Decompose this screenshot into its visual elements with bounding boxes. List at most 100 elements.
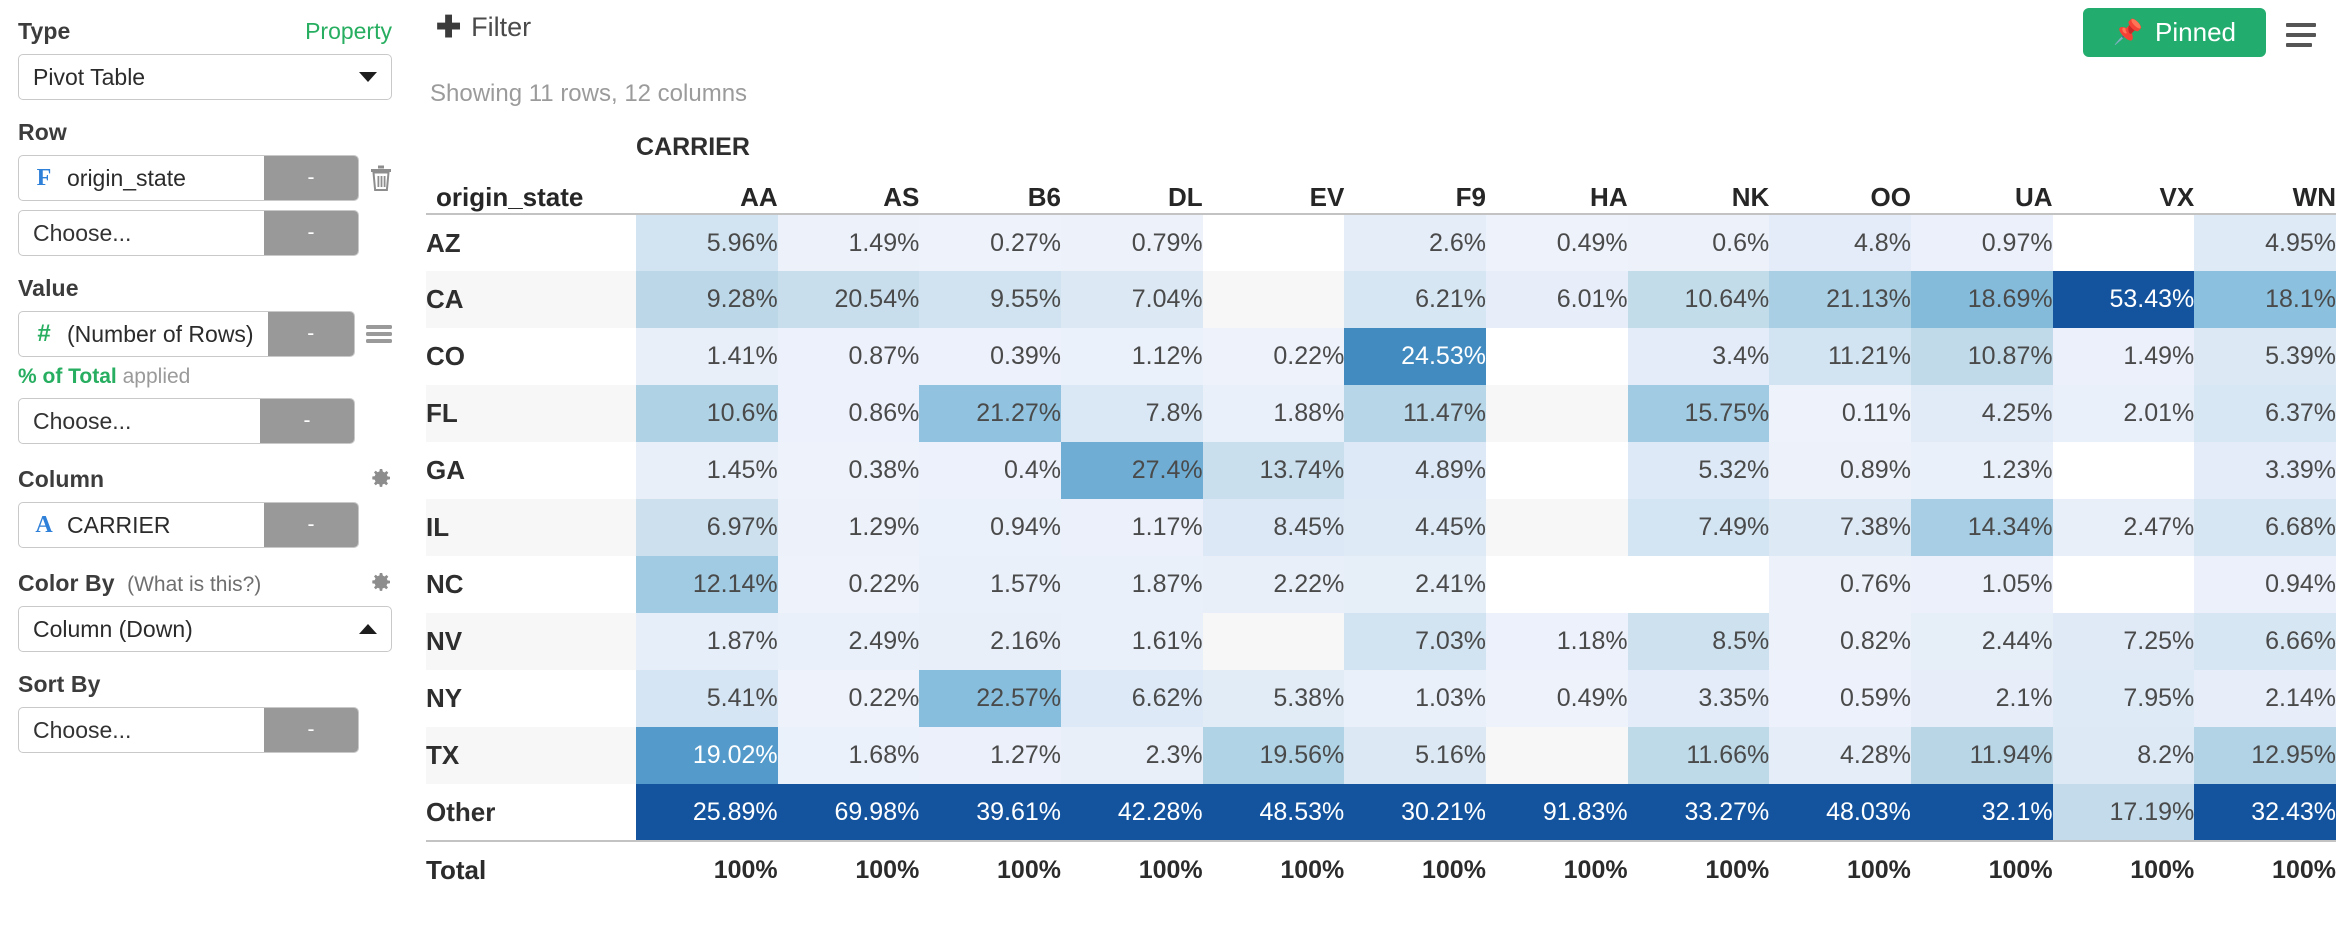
table-row[interactable]: CO 1.41% 0.87% 0.39% 1.12% 0.22% 24.53% 3.4% 11.… (426, 328, 2336, 385)
cell-tx-nk[interactable]: 11.66% (1627, 727, 1770, 784)
cell-co-wn[interactable]: 5.39% (2194, 328, 2336, 385)
cell-az-ua[interactable]: 0.97% (1910, 214, 2053, 271)
value-field-1-pill[interactable]: Choose... - (18, 398, 355, 444)
table-row[interactable]: NC 12.14% 0.22% 1.57% 1.87% 2.22% 2.41% 0.76% 1.… (426, 556, 2336, 613)
table-row[interactable]: GA 1.45% 0.38% 0.4% 27.4% 13.74% 4.89% 5.32% 0.8… (426, 442, 2336, 499)
value-field-1[interactable]: Choose... - (18, 398, 392, 444)
value-field-0-agg[interactable]: - (267, 312, 354, 356)
cell-tx-wn[interactable]: 12.95% (2194, 727, 2336, 784)
cell-co-oo[interactable]: 11.21% (1769, 328, 1911, 385)
table-row[interactable]: FL 10.6% 0.86% 21.27% 7.8% 1.88% 11.47% 15.75% 0… (426, 385, 2336, 442)
cell-ca-as[interactable]: 20.54% (777, 271, 920, 328)
cell-ga-b6[interactable]: 0.4% (919, 442, 1061, 499)
property-link[interactable]: Property (305, 18, 392, 45)
cell-az-vx[interactable] (2052, 214, 2195, 271)
cell-other-aa[interactable]: 25.89% (636, 784, 778, 841)
cell-tx-f9[interactable]: 5.16% (1344, 727, 1486, 784)
sortby-field-main[interactable]: Choose... (19, 708, 264, 752)
cell-fl-as[interactable]: 0.86% (777, 385, 920, 442)
cell-co-ev[interactable]: 0.22% (1202, 328, 1345, 385)
cell-nc-oo[interactable]: 0.76% (1769, 556, 1911, 613)
cell-nc-wn[interactable]: 0.94% (2194, 556, 2336, 613)
column-field-0-main[interactable]: A CARRIER (19, 503, 264, 547)
cell-ny-dl[interactable]: 6.62% (1060, 670, 1203, 727)
cell-ca-aa[interactable]: 9.28% (636, 271, 778, 328)
cell-ny-b6[interactable]: 22.57% (919, 670, 1061, 727)
column-header-b6[interactable]: B6 (919, 162, 1061, 215)
cell-il-dl[interactable]: 1.17% (1060, 499, 1203, 556)
cell-nc-as[interactable]: 0.22% (777, 556, 920, 613)
cell-other-wn[interactable]: 32.43% (2194, 784, 2336, 841)
row-field-1[interactable]: Choose... - (18, 210, 392, 256)
cell-co-aa[interactable]: 1.41% (636, 328, 778, 385)
cell-nv-aa[interactable]: 1.87% (636, 613, 778, 670)
cell-ny-aa[interactable]: 5.41% (636, 670, 778, 727)
cell-ga-dl[interactable]: 27.4% (1060, 442, 1203, 499)
cell-fl-nk[interactable]: 15.75% (1627, 385, 1770, 442)
cell-az-oo[interactable]: 4.8% (1769, 214, 1911, 271)
cell-ny-vx[interactable]: 7.95% (2052, 670, 2195, 727)
cell-fl-wn[interactable]: 6.37% (2194, 385, 2336, 442)
cell-ny-ha[interactable]: 0.49% (1485, 670, 1628, 727)
cell-nv-ev[interactable] (1202, 613, 1345, 670)
cell-fl-ua[interactable]: 4.25% (1910, 385, 2053, 442)
value-field-0[interactable]: # (Number of Rows) - (18, 311, 392, 357)
cell-il-ha[interactable] (1485, 499, 1628, 556)
table-row[interactable]: TX 19.02% 1.68% 1.27% 2.3% 19.56% 5.16% 11.66% 4… (426, 727, 2336, 784)
cell-nc-dl[interactable]: 1.87% (1060, 556, 1203, 613)
cell-other-as[interactable]: 69.98% (777, 784, 920, 841)
cell-tx-b6[interactable]: 1.27% (919, 727, 1061, 784)
cell-other-oo[interactable]: 48.03% (1769, 784, 1911, 841)
cell-other-ha[interactable]: 91.83% (1485, 784, 1628, 841)
cell-other-f9[interactable]: 30.21% (1344, 784, 1486, 841)
column-header-f9[interactable]: F9 (1344, 162, 1486, 215)
cell-az-as[interactable]: 1.49% (777, 214, 920, 271)
cell-other-vx[interactable]: 17.19% (2052, 784, 2195, 841)
column-field-0[interactable]: A CARRIER - (18, 502, 392, 548)
cell-ga-ha[interactable] (1485, 442, 1628, 499)
colorby-help-link[interactable]: (What is this?) (127, 573, 261, 596)
value-field-0-main[interactable]: # (Number of Rows) (19, 312, 268, 356)
cell-co-nk[interactable]: 3.4% (1627, 328, 1770, 385)
cell-nc-ha[interactable] (1485, 556, 1628, 613)
cell-other-ua[interactable]: 32.1% (1910, 784, 2053, 841)
menu-icon[interactable] (2286, 22, 2316, 47)
cell-ca-f9[interactable]: 6.21% (1344, 271, 1486, 328)
row-field-1-pill[interactable]: Choose... - (18, 210, 359, 256)
cell-nv-b6[interactable]: 2.16% (919, 613, 1061, 670)
row-field-0[interactable]: F origin_state - (18, 155, 392, 201)
cell-ca-nk[interactable]: 10.64% (1627, 271, 1770, 328)
cell-nv-as[interactable]: 2.49% (777, 613, 920, 670)
cell-nv-ha[interactable]: 1.18% (1485, 613, 1628, 670)
cell-az-ev[interactable] (1202, 214, 1345, 271)
cell-il-oo[interactable]: 7.38% (1769, 499, 1911, 556)
sortby-field-pill[interactable]: Choose... - (18, 707, 359, 753)
cell-co-vx[interactable]: 1.49% (2052, 328, 2195, 385)
cell-ca-b6[interactable]: 9.55% (919, 271, 1061, 328)
column-header-origin-state[interactable]: origin_state (426, 162, 637, 215)
cell-tx-ha[interactable] (1485, 727, 1628, 784)
cell-tx-as[interactable]: 1.68% (777, 727, 920, 784)
cell-fl-ev[interactable]: 1.88% (1202, 385, 1345, 442)
row-field-0-main[interactable]: F origin_state (19, 156, 264, 200)
cell-il-ua[interactable]: 14.34% (1910, 499, 2053, 556)
cell-ca-ua[interactable]: 18.69% (1910, 271, 2053, 328)
cell-co-f9[interactable]: 24.53% (1344, 328, 1486, 385)
cell-tx-dl[interactable]: 2.3% (1060, 727, 1203, 784)
cell-fl-oo[interactable]: 0.11% (1769, 385, 1911, 442)
cell-fl-ha[interactable] (1485, 385, 1628, 442)
add-filter-button[interactable]: ✚ Filter (430, 8, 537, 47)
cell-az-aa[interactable]: 5.96% (636, 214, 778, 271)
cell-nv-oo[interactable]: 0.82% (1769, 613, 1911, 670)
cell-tx-vx[interactable]: 8.2% (2052, 727, 2195, 784)
row-field-0-agg[interactable]: - (264, 156, 358, 200)
cell-nc-ev[interactable]: 2.22% (1202, 556, 1345, 613)
cell-tx-ua[interactable]: 11.94% (1910, 727, 2053, 784)
cell-az-b6[interactable]: 0.27% (919, 214, 1061, 271)
cell-az-wn[interactable]: 4.95% (2194, 214, 2336, 271)
table-row[interactable]: NY 5.41% 0.22% 22.57% 6.62% 5.38% 1.03% 0.49% 3.… (426, 670, 2336, 727)
cell-il-wn[interactable]: 6.68% (2194, 499, 2336, 556)
column-field-0-agg[interactable]: - (264, 503, 358, 547)
cell-nv-vx[interactable]: 7.25% (2052, 613, 2195, 670)
sortby-field-agg[interactable]: - (264, 708, 358, 752)
